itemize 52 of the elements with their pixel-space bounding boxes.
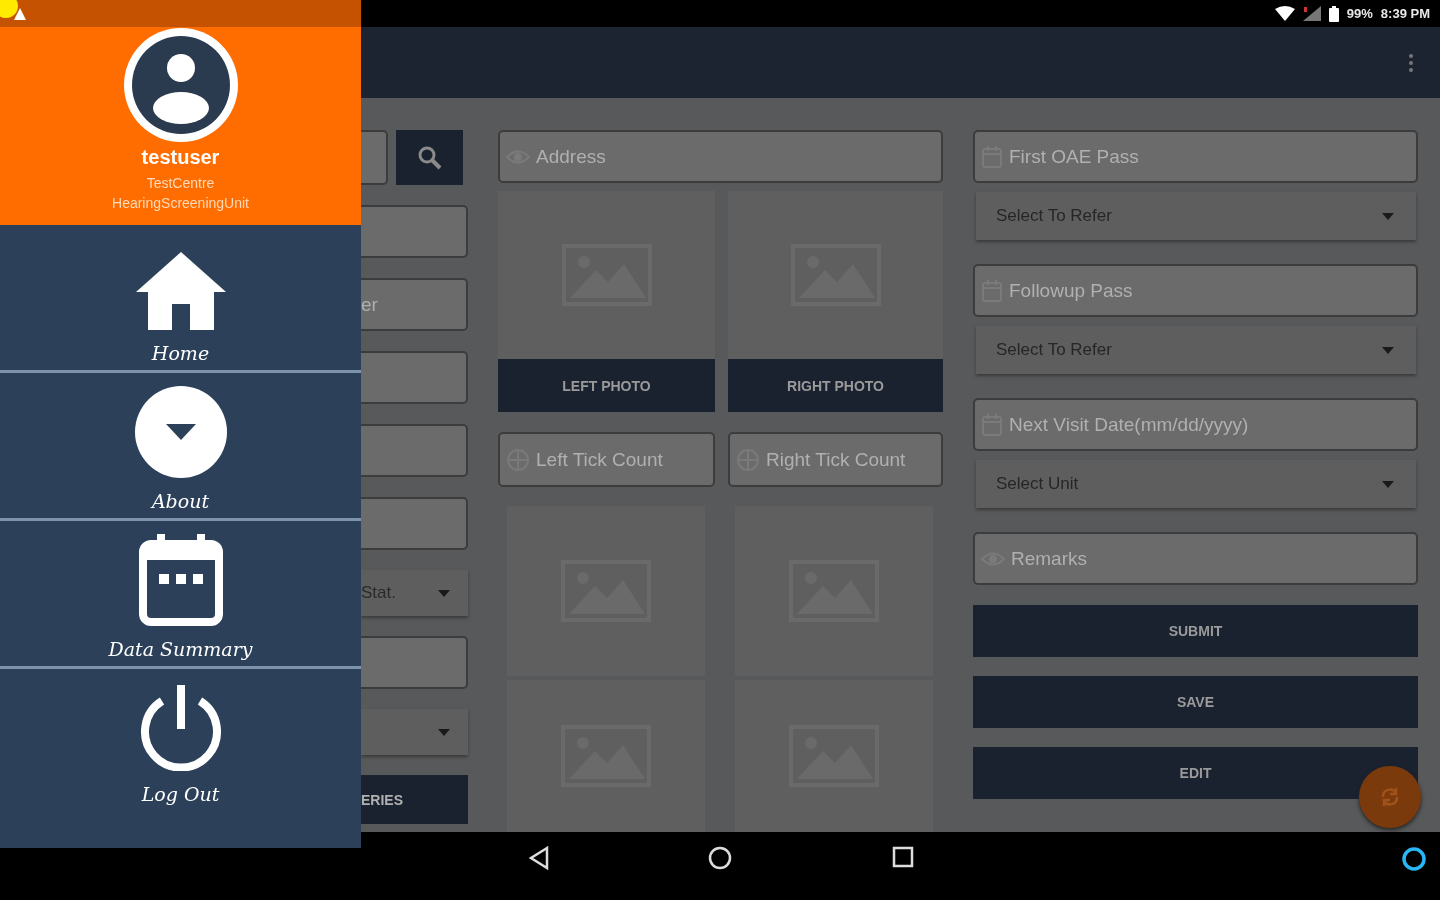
calendar-icon	[138, 534, 223, 626]
clock: 8:39 PM	[1380, 6, 1430, 21]
back-icon[interactable]	[528, 846, 550, 870]
action-button[interactable]: SUBMIT	[973, 605, 1418, 657]
home-icon	[135, 252, 226, 330]
text-field[interactable]	[361, 497, 468, 550]
search-icon	[416, 144, 443, 171]
refresh-button[interactable]	[1359, 766, 1421, 828]
drawer-item[interactable]: Data Summary	[0, 521, 361, 669]
battery-level: 99%	[1346, 6, 1373, 21]
text-field[interactable]: er	[361, 278, 468, 331]
dropdown[interactable]: Select To Refer	[976, 326, 1416, 374]
action-button[interactable]: EDIT	[973, 747, 1418, 799]
overflow-menu-icon[interactable]	[1408, 52, 1414, 73]
caret-icon	[1382, 212, 1394, 220]
photo-button[interactable]: LEFT PHOTO	[498, 359, 715, 412]
caret-icon	[1382, 346, 1394, 354]
caret-icon	[438, 589, 450, 597]
dropdown[interactable]: Select To Refer	[976, 192, 1416, 240]
unit-name: HearingScreeningUnit	[112, 195, 249, 211]
assistant-icon[interactable]	[1401, 846, 1427, 872]
centre-name: TestCentre	[146, 175, 215, 191]
user-name: testuser	[141, 146, 220, 169]
date-field[interactable]: Next Visit Date(mm/dd/yyyy)	[973, 398, 1418, 451]
address-field[interactable]: Address	[498, 130, 943, 183]
text-field[interactable]	[361, 424, 468, 477]
recents-icon[interactable]	[892, 846, 914, 868]
search-button[interactable]	[396, 130, 463, 185]
text-field[interactable]	[361, 205, 468, 258]
text-field[interactable]	[361, 636, 468, 689]
text-field[interactable]: Right Tick Count	[728, 432, 943, 487]
text-field[interactable]	[361, 351, 468, 404]
dropdown-circle-icon	[134, 386, 227, 478]
date-field[interactable]: Followup Pass	[973, 264, 1418, 317]
drawer-item[interactable]: About	[0, 373, 361, 521]
text-field[interactable]: Left Tick Count	[498, 432, 715, 487]
date-field[interactable]: First OAE Pass	[973, 130, 1418, 183]
photo-button[interactable]: RIGHT PHOTO	[728, 359, 943, 412]
drawer-item[interactable]: Log Out	[0, 669, 361, 848]
home-icon[interactable]	[708, 846, 732, 870]
avatar-icon	[123, 28, 238, 142]
wifi-icon	[1274, 6, 1295, 21]
text-field[interactable]: Remarks	[973, 532, 1418, 585]
caret-icon	[1382, 480, 1394, 488]
caret-icon	[438, 728, 450, 736]
drawer-item[interactable]: Home	[0, 225, 361, 373]
signal-icon	[1302, 6, 1321, 21]
dropdown[interactable]: Select Unit	[976, 460, 1416, 508]
battery-icon	[1328, 5, 1339, 22]
search-field[interactable]	[361, 130, 388, 185]
action-button[interactable]: SAVE	[973, 676, 1418, 728]
action-button[interactable]: ERIES	[361, 775, 468, 824]
